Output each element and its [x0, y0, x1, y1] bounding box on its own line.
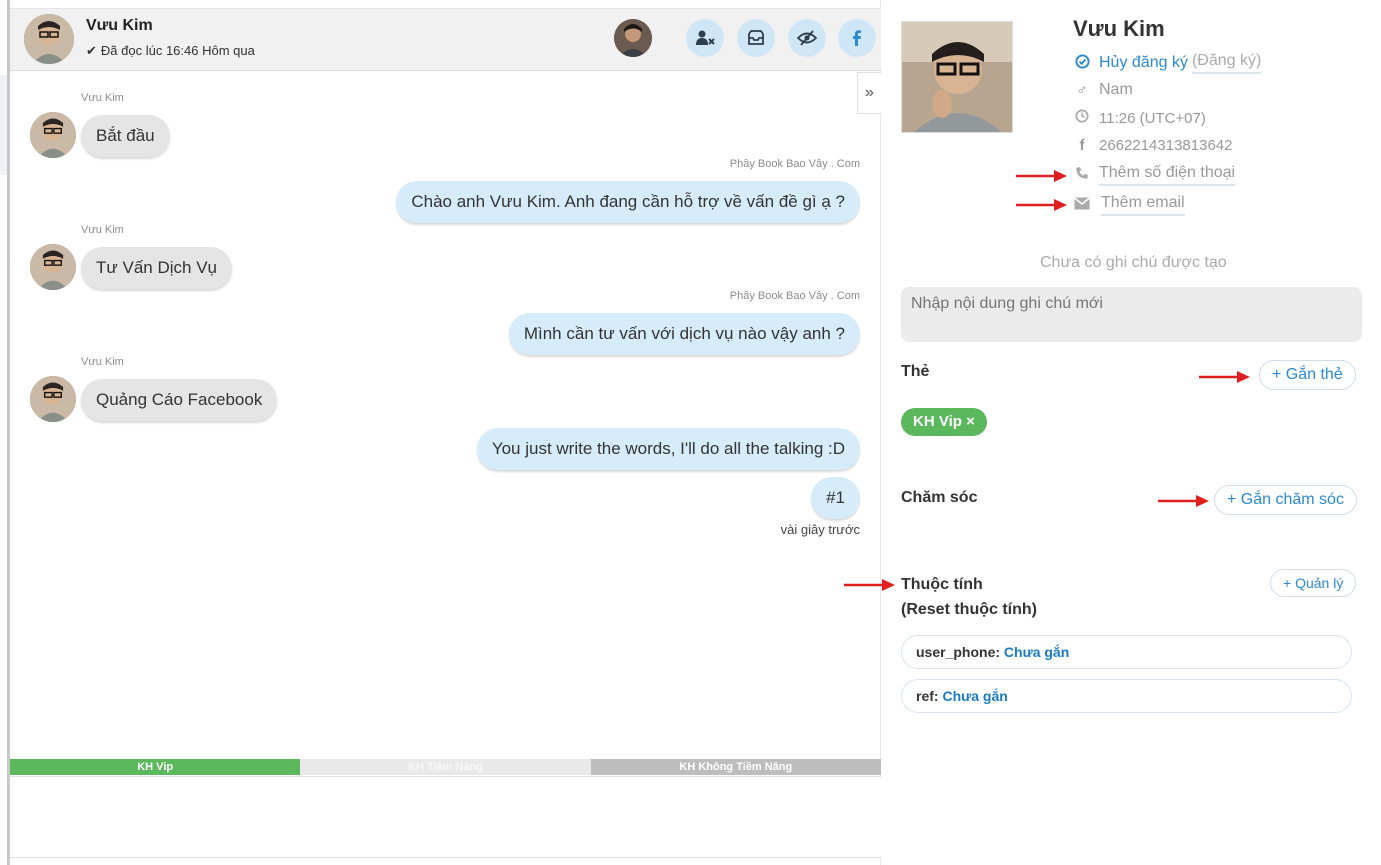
- attribute-value[interactable]: Chưa gắn: [942, 688, 1007, 704]
- message-sender: Phây Book Bao Vây . Com: [729, 290, 860, 302]
- attribute-value[interactable]: Chưa gắn: [1004, 644, 1069, 660]
- check-circle-icon: [1073, 53, 1091, 73]
- inbox-button[interactable]: [737, 19, 775, 57]
- facebook-icon: [853, 30, 861, 46]
- add-email-link[interactable]: Thêm email: [1101, 194, 1185, 216]
- tags-label: Thẻ: [901, 363, 930, 380]
- agent-avatar[interactable]: [614, 19, 652, 57]
- attribute-row: ref: Chưa gắn: [901, 679, 1352, 713]
- chat-header: Vưu Kim ✔ Đã đọc lúc 16:46 Hôm qua: [10, 8, 881, 71]
- message-sender: Phây Book Bao Vây . Com: [729, 158, 860, 170]
- tag-bar-item-kh-vip[interactable]: KH Vip: [10, 759, 301, 775]
- phone-icon: [1073, 166, 1091, 184]
- facebook-icon: f: [1079, 137, 1085, 154]
- collapse-panel-button[interactable]: »: [857, 72, 881, 114]
- arrow-annotation-icon: [1016, 199, 1067, 211]
- eye-slash-icon: [797, 30, 817, 46]
- manage-attributes-button[interactable]: + Quản lý: [1270, 569, 1357, 597]
- time-row: 11:26 (UTC+07): [1073, 109, 1206, 127]
- contact-info-panel: Vưu Kim Hủy đăng ký (Đăng ký) ♂ Nam 11:2…: [844, 0, 1381, 865]
- subscribe-link[interactable]: (Đăng ký): [1191, 52, 1262, 74]
- attribute-key: ref:: [916, 688, 939, 704]
- subscription-row: Hủy đăng ký (Đăng ký): [1073, 52, 1262, 74]
- profile-name: Vưu Kim: [1073, 16, 1165, 41]
- app-window: Vưu Kim ✔ Đã đọc lúc 16:46 Hôm qua » Vưu …: [0, 0, 1381, 865]
- rail-highlight: [0, 75, 7, 175]
- message-bubble-outgoing: Chào anh Vưu Kim. Anh đang cần hỗ trợ về…: [396, 181, 860, 223]
- message-bubble-outgoing: You just write the words, I'll do all th…: [476, 428, 860, 470]
- message-composer[interactable]: [10, 776, 881, 858]
- facebook-id: 2662214313813642: [1099, 137, 1233, 154]
- arrow-annotation-icon: [1158, 495, 1209, 507]
- message-sender: Vưu Kim: [81, 224, 124, 236]
- facebook-id-row: f 2662214313813642: [1073, 137, 1233, 154]
- attribute-key: user_phone:: [916, 644, 1001, 660]
- attributes-label: Thuộc tính: [901, 576, 983, 593]
- email-row: Thêm email: [1073, 194, 1185, 216]
- inbox-icon: [748, 30, 764, 45]
- message-avatar: [30, 112, 76, 158]
- message-sender: Vưu Kim: [81, 92, 124, 104]
- empty-notes-text: Chưa có ghi chú được tạo: [1040, 254, 1227, 271]
- contact-name: Vưu Kim: [86, 17, 153, 34]
- arrow-annotation-icon: [1016, 170, 1067, 182]
- message-bubble-incoming: Tư Vấn Dịch Vụ: [81, 247, 232, 289]
- envelope-icon: [1073, 196, 1091, 214]
- remove-user-button[interactable]: [686, 19, 724, 57]
- message-bubble-outgoing: Mình cần tư vấn với dịch vụ nào vậy anh …: [508, 313, 860, 355]
- read-status: ✔ Đã đọc lúc 16:46 Hôm qua: [86, 43, 255, 59]
- add-care-button[interactable]: + Gắn chăm sóc: [1214, 485, 1357, 515]
- message-bubble-incoming: Bắt đầu: [81, 115, 170, 157]
- check-icon: ✔: [86, 43, 97, 58]
- clock-icon: [1073, 109, 1091, 127]
- add-tag-button[interactable]: + Gắn thẻ: [1259, 360, 1356, 390]
- tag-chip[interactable]: KH Vip ×: [901, 408, 987, 436]
- user-remove-icon: [696, 30, 715, 45]
- add-phone-link[interactable]: Thêm số điện thoại: [1099, 164, 1236, 186]
- note-input[interactable]: [901, 287, 1362, 342]
- reset-attributes-link[interactable]: (Reset thuộc tính): [901, 601, 1037, 619]
- arrow-annotation-icon: [844, 579, 895, 591]
- facebook-button[interactable]: [838, 19, 876, 57]
- chat-panel: Vưu Kim ✔ Đã đọc lúc 16:46 Hôm qua » Vưu …: [10, 0, 881, 865]
- unsubscribe-link[interactable]: Hủy đăng ký: [1099, 54, 1188, 72]
- care-label: Chăm sóc: [901, 489, 978, 506]
- local-time: 11:26 (UTC+07): [1099, 109, 1206, 127]
- message-bubble-incoming: Quảng Cáo Facebook: [81, 379, 278, 421]
- gender-row: ♂ Nam: [1073, 81, 1133, 99]
- contact-avatar[interactable]: [24, 14, 74, 64]
- profile-picture: [901, 21, 1013, 133]
- left-rail: [0, 0, 10, 865]
- gender-value: Nam: [1099, 81, 1133, 98]
- message-bubble-outgoing: #1: [811, 477, 860, 519]
- male-icon: ♂: [1076, 81, 1088, 99]
- hide-button[interactable]: [788, 19, 826, 57]
- message-avatar: [30, 376, 76, 422]
- read-status-text: Đã đọc lúc 16:46 Hôm qua: [100, 43, 255, 58]
- tag-bar-item-kh-khong-tiem-nang[interactable]: KH Không Tiềm Năng: [590, 759, 881, 775]
- tag-bar: KH Vip KH Tiềm Năng KH Không Tiềm Năng: [10, 759, 881, 775]
- tag-bar-item-kh-tiem-nang[interactable]: KH Tiềm Năng: [300, 759, 591, 775]
- message-avatar: [30, 244, 76, 290]
- attribute-row: user_phone: Chưa gắn: [901, 635, 1352, 669]
- message-sender: Vưu Kim: [81, 356, 124, 368]
- phone-row: Thêm số điện thoại: [1073, 164, 1236, 186]
- arrow-annotation-icon: [1199, 371, 1250, 383]
- message-timestamp: vài giây trước: [780, 522, 860, 537]
